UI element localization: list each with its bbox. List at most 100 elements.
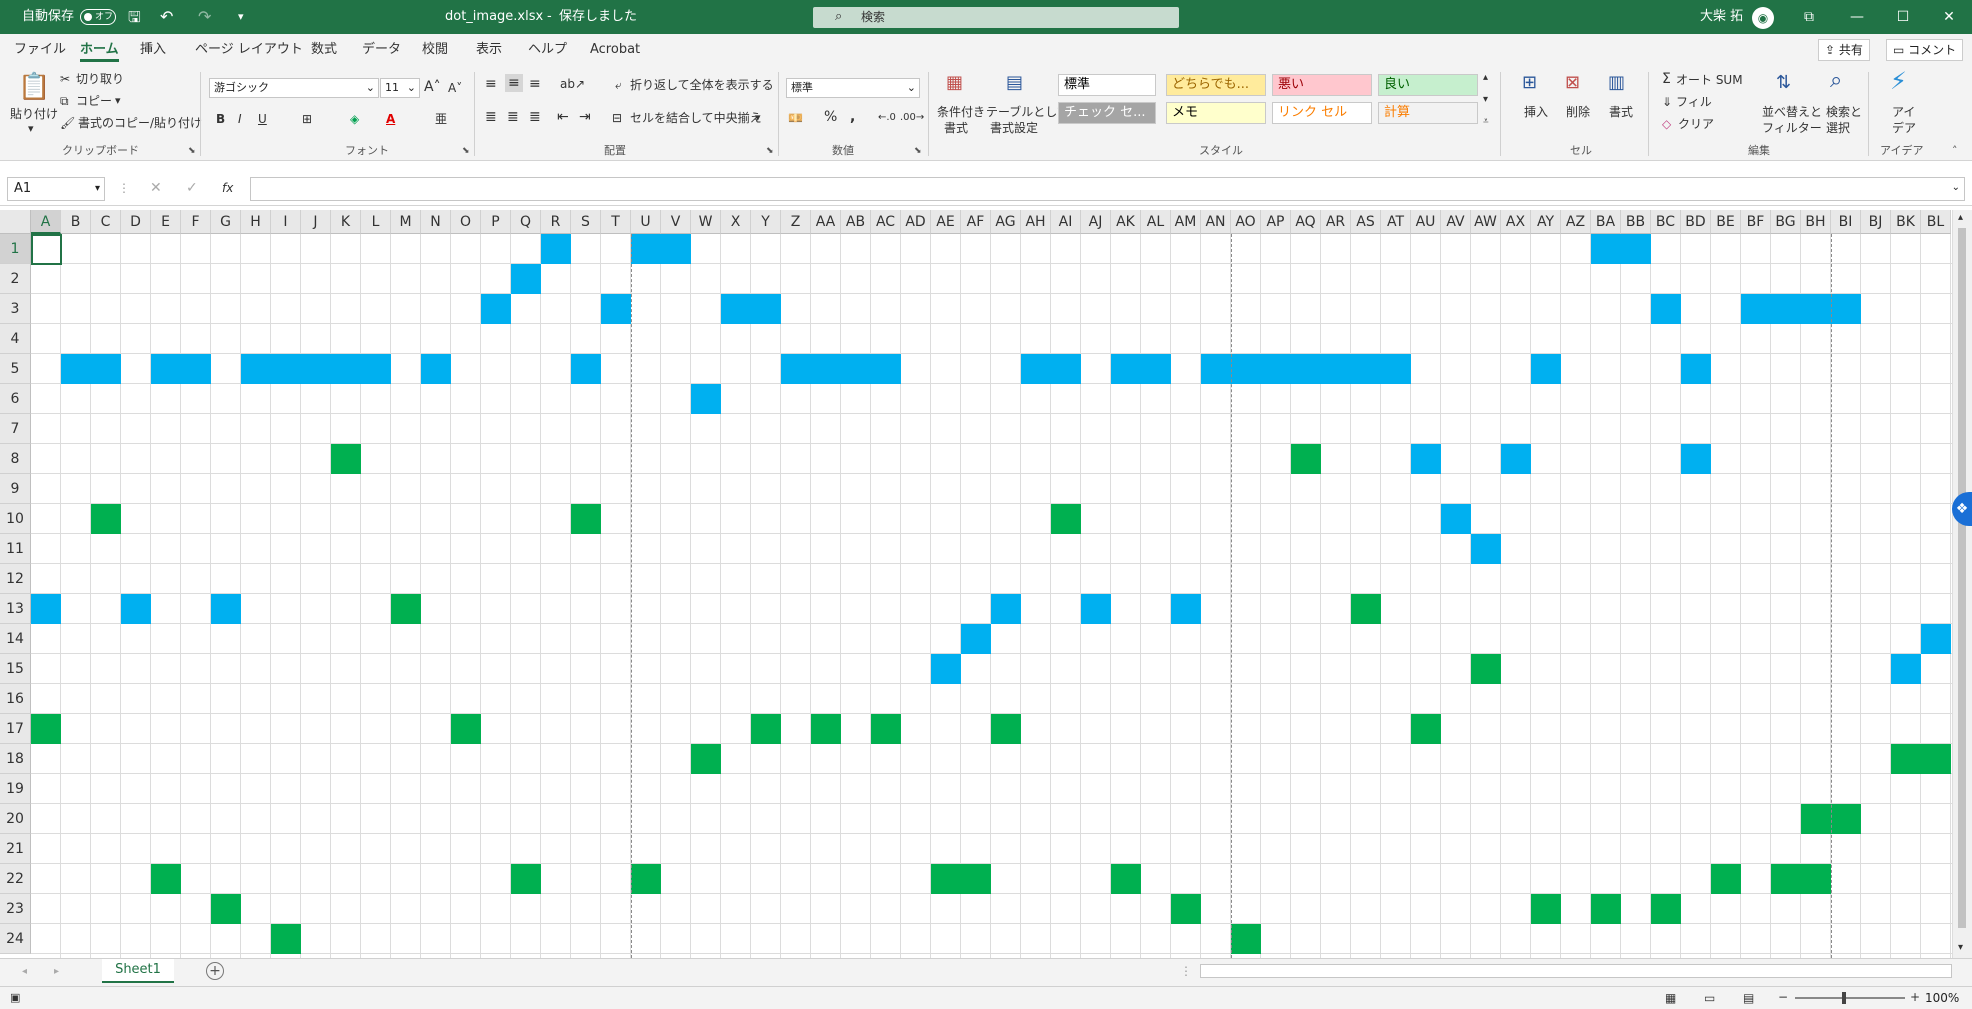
green-filled-cell[interactable] — [1831, 804, 1861, 834]
column-header[interactable]: BE — [1711, 210, 1741, 234]
blue-filled-cell[interactable] — [781, 354, 811, 384]
fill-color-icon[interactable]: ◈ — [350, 111, 359, 127]
column-header[interactable]: AY — [1531, 210, 1561, 234]
column-header[interactable]: C — [91, 210, 121, 234]
clear-button[interactable]: クリア — [1678, 116, 1714, 132]
comma-icon[interactable]: , — [850, 109, 855, 125]
blue-filled-cell[interactable] — [1741, 294, 1771, 324]
page-layout-view-icon[interactable]: ▭ — [1704, 990, 1715, 1006]
zoom-in-icon[interactable]: + — [1910, 989, 1920, 1005]
blue-filled-cell[interactable] — [1471, 534, 1501, 564]
more-options-icon[interactable]: ⋮ — [118, 180, 130, 196]
formula-input[interactable]: ⌄ — [250, 177, 1965, 201]
green-filled-cell[interactable] — [271, 924, 301, 954]
search-box[interactable]: ⌕ 検索 — [813, 7, 1179, 28]
blue-filled-cell[interactable] — [1171, 594, 1201, 624]
split-handle-icon[interactable]: ⋮ — [1180, 963, 1192, 979]
blue-filled-cell[interactable] — [271, 354, 301, 384]
column-header[interactable]: BH — [1801, 210, 1831, 234]
number-format-select[interactable]: 標準 ⌄ — [786, 78, 920, 98]
column-header[interactable]: AA — [811, 210, 841, 234]
row-header[interactable]: 12 — [0, 564, 31, 594]
cut-button[interactable]: 切り取り — [76, 71, 124, 87]
column-header[interactable]: AK — [1111, 210, 1141, 234]
column-header[interactable]: V — [661, 210, 691, 234]
gallery-up-icon[interactable]: ▴ — [1483, 70, 1488, 86]
green-filled-cell[interactable] — [1771, 864, 1801, 894]
blue-filled-cell[interactable] — [541, 234, 571, 264]
column-header[interactable]: BD — [1681, 210, 1711, 234]
column-header[interactable]: AE — [931, 210, 961, 234]
green-filled-cell[interactable] — [1711, 864, 1741, 894]
copy-dropdown-icon[interactable]: ▾ — [115, 93, 121, 109]
row-header[interactable]: 11 — [0, 534, 31, 564]
delete-cells-button[interactable]: 削除 — [1566, 104, 1590, 120]
column-header[interactable]: AS — [1351, 210, 1381, 234]
column-header[interactable]: AF — [961, 210, 991, 234]
name-box[interactable]: A1 ▾ — [7, 177, 105, 201]
sort-filter-line1[interactable]: 並べ替えと — [1762, 104, 1822, 120]
row-header[interactable]: 16 — [0, 684, 31, 714]
blue-filled-cell[interactable] — [931, 654, 961, 684]
blue-filled-cell[interactable] — [631, 234, 661, 264]
blue-filled-cell[interactable] — [841, 354, 871, 384]
green-filled-cell[interactable] — [571, 504, 601, 534]
green-filled-cell[interactable] — [1471, 654, 1501, 684]
redo-icon[interactable]: ↷ — [198, 0, 211, 34]
paste-icon[interactable]: 📋 — [18, 72, 50, 102]
green-filled-cell[interactable] — [631, 864, 661, 894]
column-header[interactable]: U — [631, 210, 661, 234]
collapse-ribbon-icon[interactable]: ˄ — [1952, 144, 1958, 158]
font-size-select[interactable]: 11 ⌄ — [380, 78, 420, 98]
blue-filled-cell[interactable] — [1231, 354, 1261, 384]
column-header[interactable]: AH — [1021, 210, 1051, 234]
column-header[interactable]: L — [361, 210, 391, 234]
blue-filled-cell[interactable] — [1591, 234, 1621, 264]
row-header[interactable]: 18 — [0, 744, 31, 774]
align-middle-icon[interactable]: ≡ — [505, 74, 523, 92]
merge-dropdown-icon[interactable]: ▾ — [755, 110, 761, 126]
tab-review[interactable]: 校閲 — [422, 34, 448, 66]
blue-filled-cell[interactable] — [481, 294, 511, 324]
decrease-indent-icon[interactable]: ⇤ — [557, 109, 569, 125]
autosum-button[interactable]: オート SUM — [1676, 72, 1743, 88]
align-bottom-icon[interactable]: ≡ — [529, 76, 541, 92]
quick-access-menu-icon[interactable]: ▾ — [238, 0, 244, 34]
row-header[interactable]: 17 — [0, 714, 31, 744]
column-header[interactable]: AG — [991, 210, 1021, 234]
zoom-slider[interactable] — [1795, 997, 1905, 999]
table-format-line2[interactable]: 書式設定 — [990, 120, 1038, 136]
blue-filled-cell[interactable] — [181, 354, 211, 384]
green-filled-cell[interactable] — [151, 864, 181, 894]
column-header[interactable]: AR — [1321, 210, 1351, 234]
blue-filled-cell[interactable] — [1681, 354, 1711, 384]
green-filled-cell[interactable] — [211, 894, 241, 924]
column-header[interactable]: BL — [1921, 210, 1951, 234]
column-header[interactable]: AC — [871, 210, 901, 234]
column-header[interactable]: T — [601, 210, 631, 234]
format-cells-button[interactable]: 書式 — [1609, 104, 1633, 120]
green-filled-cell[interactable] — [691, 744, 721, 774]
share-button[interactable]: ⇪ 共有 — [1818, 39, 1870, 61]
column-header[interactable]: AJ — [1081, 210, 1111, 234]
minimize-icon[interactable]: — — [1834, 0, 1880, 34]
blue-filled-cell[interactable] — [1831, 294, 1861, 324]
green-filled-cell[interactable] — [331, 444, 361, 474]
enter-icon[interactable]: ✓ — [186, 180, 198, 196]
tab-view[interactable]: 表示 — [476, 34, 502, 66]
blue-filled-cell[interactable] — [571, 354, 601, 384]
sheet-tab-sheet1[interactable]: Sheet1 — [102, 959, 174, 983]
increase-font-icon[interactable]: A˄ — [424, 79, 441, 95]
column-header[interactable]: B — [61, 210, 91, 234]
column-header[interactable]: BG — [1771, 210, 1801, 234]
tab-formulas[interactable]: 数式 — [311, 34, 337, 66]
increase-indent-icon[interactable]: ⇥ — [579, 109, 591, 125]
autosave-toggle[interactable]: オフ — [80, 9, 116, 25]
undo-icon[interactable]: ↶ — [160, 0, 173, 34]
green-filled-cell[interactable] — [1111, 864, 1141, 894]
zoom-slider-handle[interactable] — [1842, 992, 1846, 1004]
green-filled-cell[interactable] — [1051, 504, 1081, 534]
green-filled-cell[interactable] — [1801, 864, 1831, 894]
row-header[interactable]: 19 — [0, 774, 31, 804]
ideas-line1[interactable]: アイ — [1892, 104, 1915, 120]
